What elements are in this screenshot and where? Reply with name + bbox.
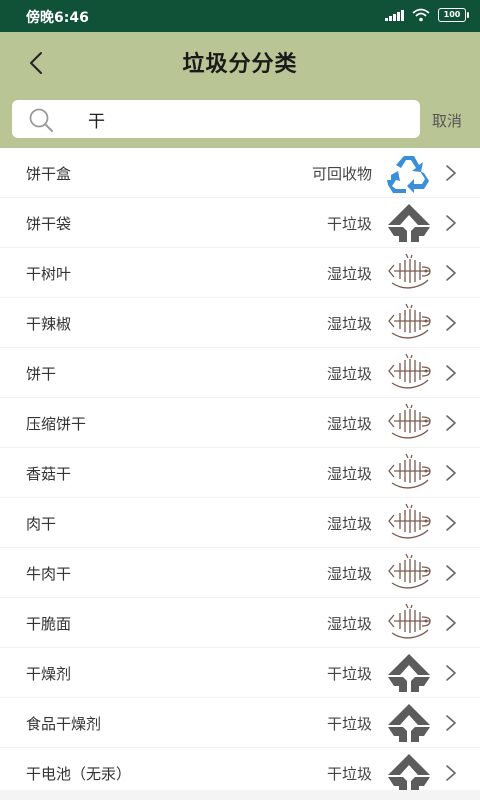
- item-name: 食品干燥剂: [26, 715, 102, 733]
- wet-waste-icon: [386, 353, 432, 393]
- result-row[interactable]: 干脆面 湿垃圾: [0, 597, 480, 647]
- item-category: 可回收物: [311, 165, 372, 183]
- result-row[interactable]: 饼干盒 可回收物: [0, 148, 480, 197]
- result-row[interactable]: 饼干 湿垃圾: [0, 347, 480, 397]
- wifi-icon: [412, 8, 430, 22]
- search-box[interactable]: [12, 100, 420, 138]
- chevron-right-icon: [446, 365, 456, 381]
- item-name: 饼干: [26, 365, 57, 383]
- wet-waste-icon: [386, 453, 432, 493]
- item-category: 湿垃圾: [326, 365, 372, 383]
- result-row[interactable]: 饼干袋 干垃圾: [0, 197, 480, 247]
- item-name: 干脆面: [26, 615, 72, 633]
- result-row[interactable]: 干树叶 湿垃圾: [0, 247, 480, 297]
- chevron-right-icon: [446, 215, 456, 231]
- dry-waste-icon: [386, 203, 432, 243]
- item-category: 干垃圾: [326, 665, 372, 683]
- result-row[interactable]: 干辣椒 湿垃圾: [0, 297, 480, 347]
- result-row[interactable]: 牛肉干 湿垃圾: [0, 547, 480, 597]
- item-category: 湿垃圾: [326, 315, 372, 333]
- item-name: 饼干袋: [26, 215, 72, 233]
- dry-waste-icon: [386, 753, 432, 793]
- chevron-right-icon: [446, 465, 456, 481]
- item-name: 干燥剂: [26, 665, 72, 683]
- item-name: 压缩饼干: [26, 415, 87, 433]
- result-row[interactable]: 压缩饼干 湿垃圾: [0, 397, 480, 447]
- dry-waste-icon: [386, 653, 432, 693]
- chevron-right-icon: [446, 565, 456, 581]
- chevron-right-icon: [446, 315, 456, 331]
- status-bar: 傍晚6:46 100: [0, 0, 480, 32]
- item-category: 湿垃圾: [326, 415, 372, 433]
- item-category: 干垃圾: [326, 715, 372, 733]
- chevron-right-icon: [446, 415, 456, 431]
- item-name: 饼干盒: [26, 165, 72, 183]
- wet-waste-icon: [386, 553, 432, 593]
- item-category: 干垃圾: [326, 765, 372, 783]
- item-name: 干电池（无汞）: [26, 765, 132, 783]
- bottom-bar: [0, 790, 480, 800]
- chevron-right-icon: [446, 665, 456, 681]
- chevron-right-icon: [446, 265, 456, 281]
- chevron-right-icon: [446, 615, 456, 631]
- item-name: 干树叶: [26, 265, 72, 283]
- wet-waste-icon: [386, 403, 432, 443]
- item-name: 香菇干: [26, 465, 72, 483]
- search-icon: [29, 108, 53, 132]
- item-category: 湿垃圾: [326, 615, 372, 633]
- chevron-right-icon: [446, 765, 456, 781]
- wet-waste-icon: [386, 503, 432, 543]
- dry-waste-icon: [386, 703, 432, 743]
- result-row[interactable]: 肉干 湿垃圾: [0, 497, 480, 547]
- recycle-icon: [386, 153, 432, 193]
- result-row[interactable]: 香菇干 湿垃圾: [0, 447, 480, 497]
- wet-waste-icon: [386, 303, 432, 343]
- header: 垃圾分分类 取消: [0, 32, 480, 148]
- item-name: 肉干: [26, 515, 57, 533]
- status-icons: 100: [385, 8, 469, 22]
- item-category: 干垃圾: [326, 215, 372, 233]
- chevron-right-icon: [446, 715, 456, 731]
- result-row[interactable]: 干燥剂 干垃圾: [0, 647, 480, 697]
- item-category: 湿垃圾: [326, 565, 372, 583]
- search-input[interactable]: [74, 104, 408, 134]
- wet-waste-icon: [386, 253, 432, 293]
- battery-icon: 100: [438, 8, 469, 22]
- item-category: 湿垃圾: [326, 465, 372, 483]
- chevron-right-icon: [446, 165, 456, 181]
- result-list: 饼干盒 可回收物 饼干袋 干垃圾 干树叶 湿垃圾 干辣椒 湿垃圾 饼干 湿垃圾 压缩饼干 湿垃圾 香菇干…: [0, 148, 480, 797]
- wet-waste-icon: [386, 603, 432, 643]
- item-category: 湿垃圾: [326, 515, 372, 533]
- item-category: 湿垃圾: [326, 265, 372, 283]
- item-name: 牛肉干: [26, 565, 72, 583]
- item-name: 干辣椒: [26, 315, 72, 333]
- signal-icon: [385, 9, 404, 21]
- page-title: 垃圾分分类: [182, 52, 298, 77]
- result-row[interactable]: 食品干燥剂 干垃圾: [0, 697, 480, 747]
- cancel-button[interactable]: 取消: [432, 110, 462, 131]
- status-time: 傍晚6:46: [26, 10, 89, 26]
- chevron-right-icon: [446, 515, 456, 531]
